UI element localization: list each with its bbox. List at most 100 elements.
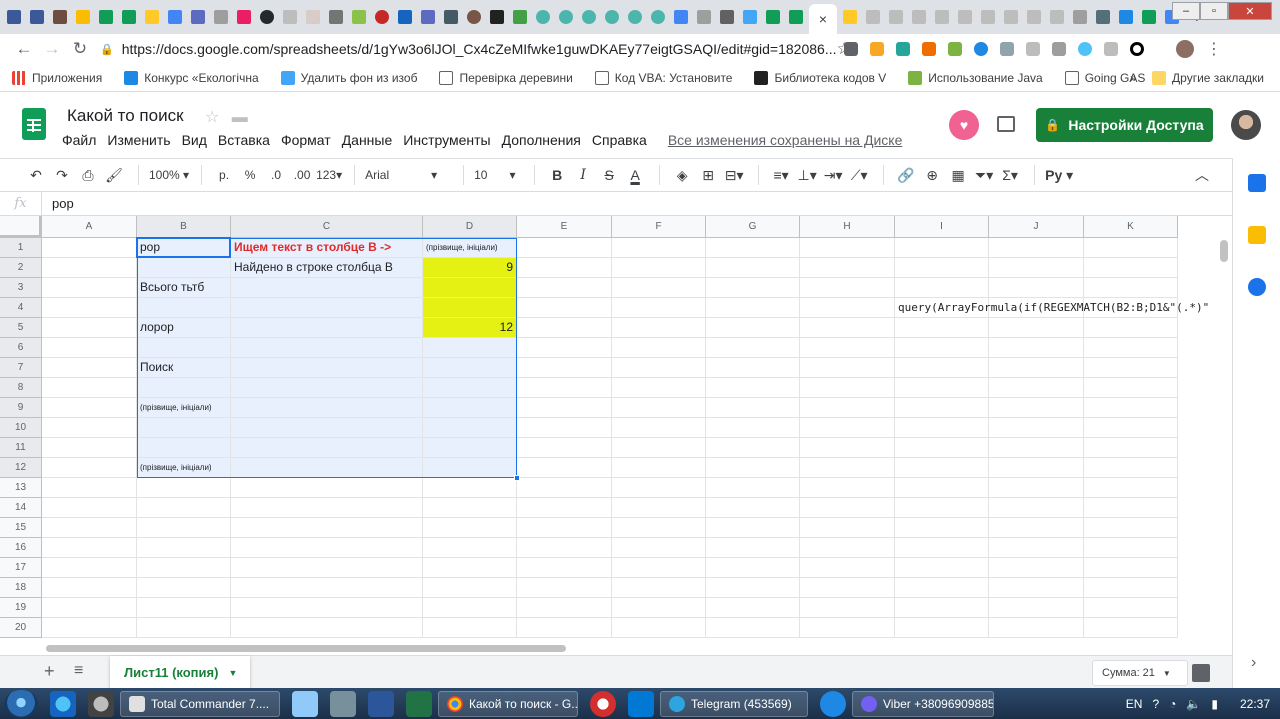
row-header-20[interactable]: 20 bbox=[0, 618, 42, 638]
decrease-decimal-button[interactable]: .0 bbox=[264, 168, 288, 182]
tab-google[interactable] bbox=[1047, 7, 1067, 27]
cell-c10[interactable] bbox=[231, 418, 423, 438]
cell-d20[interactable] bbox=[423, 618, 517, 638]
cell-k6[interactable] bbox=[1084, 338, 1178, 358]
extension-icon[interactable] bbox=[870, 42, 884, 56]
cell-k2[interactable] bbox=[1084, 258, 1178, 278]
tab-sheets[interactable] bbox=[119, 7, 139, 27]
cell-g1[interactable] bbox=[706, 238, 800, 258]
cell-j19[interactable] bbox=[989, 598, 1084, 618]
cell-g20[interactable] bbox=[706, 618, 800, 638]
extension-icon[interactable] bbox=[922, 42, 936, 56]
cell-g19[interactable] bbox=[706, 598, 800, 618]
cell-a16[interactable] bbox=[42, 538, 137, 558]
cell-h20[interactable] bbox=[800, 618, 895, 638]
cell-k5[interactable] bbox=[1084, 318, 1178, 338]
tab-icon[interactable] bbox=[978, 7, 998, 27]
insert-chart-icon[interactable]: ▦ bbox=[946, 167, 970, 184]
tab-icon[interactable] bbox=[909, 7, 929, 27]
cell-a4[interactable] bbox=[42, 298, 137, 318]
cell-c19[interactable] bbox=[231, 598, 423, 618]
cell-i6[interactable] bbox=[895, 338, 989, 358]
cell-e16[interactable] bbox=[517, 538, 612, 558]
tab-icon[interactable] bbox=[1093, 7, 1113, 27]
cell-c5[interactable] bbox=[231, 318, 423, 338]
cell-j15[interactable] bbox=[989, 518, 1084, 538]
help-icon[interactable]: ? bbox=[1152, 697, 1159, 711]
cell-e18[interactable] bbox=[517, 578, 612, 598]
menu-file[interactable]: Файл bbox=[62, 132, 96, 148]
cell-i1[interactable] bbox=[895, 238, 989, 258]
vertical-align-icon[interactable]: ⊥▾ bbox=[795, 167, 819, 184]
cell-e7[interactable] bbox=[517, 358, 612, 378]
move-folder-icon[interactable]: ▬ bbox=[232, 109, 248, 126]
taskbar-task-chrome[interactable]: Какой то поиск - G... bbox=[438, 690, 578, 717]
tab-icon[interactable] bbox=[326, 7, 346, 27]
cell-e3[interactable] bbox=[517, 278, 612, 298]
column-header-b[interactable]: B bbox=[137, 216, 231, 238]
cell-k20[interactable] bbox=[1084, 618, 1178, 638]
tab-icon[interactable] bbox=[717, 7, 737, 27]
cell-j14[interactable] bbox=[989, 498, 1084, 518]
cell-i2[interactable] bbox=[895, 258, 989, 278]
column-header-e[interactable]: E bbox=[517, 216, 612, 238]
cell-a1[interactable] bbox=[42, 238, 137, 258]
cell-e17[interactable] bbox=[517, 558, 612, 578]
cell-i11[interactable] bbox=[895, 438, 989, 458]
cell-c4[interactable] bbox=[231, 298, 423, 318]
cell-k13[interactable] bbox=[1084, 478, 1178, 498]
cell-c20[interactable] bbox=[231, 618, 423, 638]
cell-k18[interactable] bbox=[1084, 578, 1178, 598]
cell-h14[interactable] bbox=[800, 498, 895, 518]
cell-j9[interactable] bbox=[989, 398, 1084, 418]
tab-icon[interactable] bbox=[280, 7, 300, 27]
cell-b20[interactable] bbox=[137, 618, 231, 638]
collapse-toolbar-icon[interactable]: ︿ bbox=[1190, 165, 1214, 185]
column-header-k[interactable]: K bbox=[1084, 216, 1178, 238]
cell-g4[interactable] bbox=[706, 298, 800, 318]
taskbar-app-icon[interactable] bbox=[50, 690, 76, 717]
cell-c8[interactable] bbox=[231, 378, 423, 398]
cell-k9[interactable] bbox=[1084, 398, 1178, 418]
column-header-a[interactable]: A bbox=[42, 216, 137, 238]
cell-e1[interactable] bbox=[517, 238, 612, 258]
cell-b17[interactable] bbox=[137, 558, 231, 578]
cell-j6[interactable] bbox=[989, 338, 1084, 358]
cell-g12[interactable] bbox=[706, 458, 800, 478]
extension-icon[interactable] bbox=[896, 42, 910, 56]
cell-b7[interactable]: Поиск bbox=[137, 358, 231, 378]
cell-c9[interactable] bbox=[231, 398, 423, 418]
extension-icon[interactable] bbox=[974, 42, 988, 56]
cell-a13[interactable] bbox=[42, 478, 137, 498]
tab-icon[interactable] bbox=[602, 7, 622, 27]
cell-c16[interactable] bbox=[231, 538, 423, 558]
cell-c13[interactable] bbox=[231, 478, 423, 498]
column-header-j[interactable]: J bbox=[989, 216, 1084, 238]
calendar-icon[interactable] bbox=[1248, 174, 1266, 192]
cell-g2[interactable] bbox=[706, 258, 800, 278]
font-size-select[interactable]: 10 ▾ bbox=[474, 168, 522, 182]
row-header-2[interactable]: 2 bbox=[0, 258, 42, 278]
cell-c14[interactable] bbox=[231, 498, 423, 518]
cell-j1[interactable] bbox=[989, 238, 1084, 258]
cell-b4[interactable] bbox=[137, 298, 231, 318]
spreadsheet-grid[interactable]: A B C D E F G H I J K 1 рор Ищем текст в столбце В ->… bbox=[0, 216, 1217, 643]
cell-g7[interactable] bbox=[706, 358, 800, 378]
cell-a15[interactable] bbox=[42, 518, 137, 538]
cell-j13[interactable] bbox=[989, 478, 1084, 498]
extension-icon[interactable] bbox=[1078, 42, 1092, 56]
text-wrapping-icon[interactable]: ⇥▾ bbox=[821, 167, 845, 184]
cell-h9[interactable] bbox=[800, 398, 895, 418]
tab-icon[interactable] bbox=[303, 7, 323, 27]
cell-f18[interactable] bbox=[612, 578, 706, 598]
extension-icon[interactable] bbox=[844, 42, 858, 56]
cell-c1[interactable]: Ищем текст в столбце В -> bbox=[231, 238, 423, 258]
column-header-h[interactable]: H bbox=[800, 216, 895, 238]
tab-icon[interactable] bbox=[840, 7, 860, 27]
cell-c6[interactable] bbox=[231, 338, 423, 358]
cell-h12[interactable] bbox=[800, 458, 895, 478]
tab-icon[interactable] bbox=[886, 7, 906, 27]
text-rotation-icon[interactable]: ⟋▾ bbox=[847, 167, 871, 184]
cell-f3[interactable] bbox=[612, 278, 706, 298]
cell-h5[interactable] bbox=[800, 318, 895, 338]
